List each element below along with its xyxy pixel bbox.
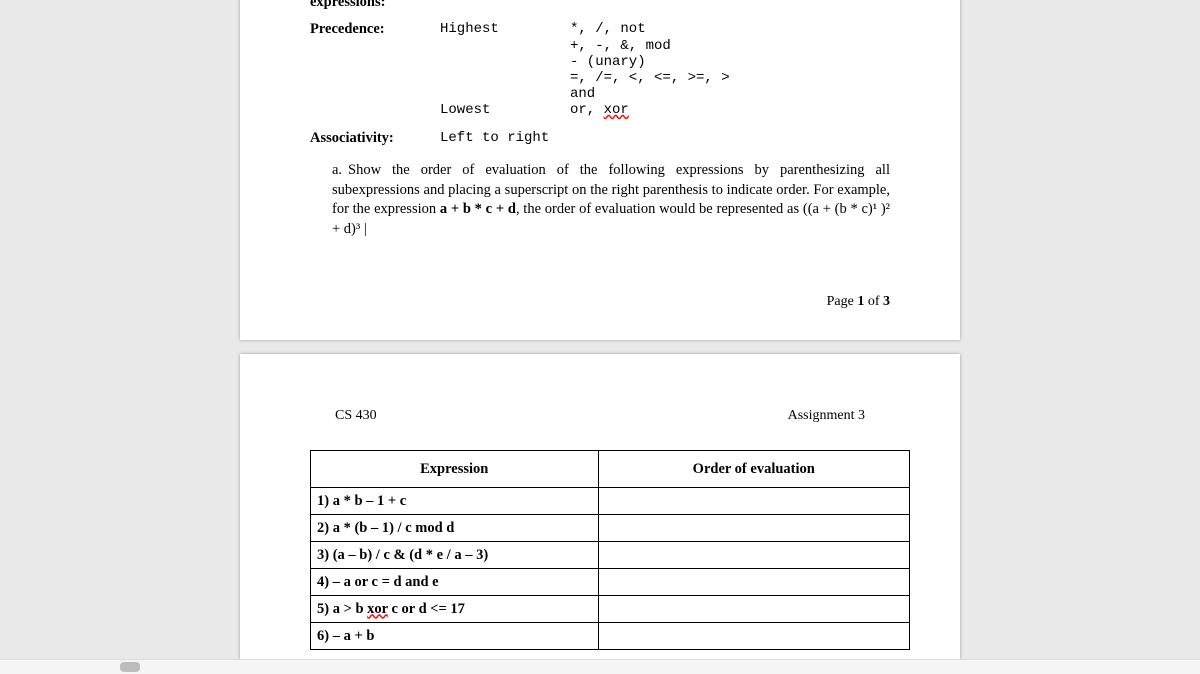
- pages-column: expressions: Precedence: Highest *, /, n…: [240, 0, 960, 674]
- order-cell-4: [598, 569, 909, 596]
- expr-cell-6: 6) – a + b: [311, 623, 599, 650]
- col-expression: Expression: [311, 451, 599, 488]
- col-order: Order of evaluation: [598, 451, 909, 488]
- order-cell-6: [598, 623, 909, 650]
- prec-level-6-prefix: or,: [570, 102, 604, 118]
- question-a: a.Show the order of evaluation of the fo…: [332, 161, 890, 239]
- expression-table: Expression Order of evaluation 1) a * b …: [310, 450, 910, 650]
- order-cell-5: [598, 596, 909, 623]
- precedence-row-3: - (unary): [310, 54, 890, 70]
- order-cell-2: [598, 515, 909, 542]
- table-row: 1) a * b – 1 + c: [311, 488, 910, 515]
- table-row: 3) (a – b) / c & (d * e / a – 3): [311, 542, 910, 569]
- prec-level-6: or, xor: [570, 102, 890, 118]
- question-expr-bold: a + b * c + d: [440, 201, 516, 217]
- expr-cell-3: 3) (a – b) / c & (d * e / a – 3): [311, 542, 599, 569]
- precedence-row-1: Precedence: Highest *, /, not: [310, 21, 890, 38]
- xor-error-2: xor: [367, 601, 388, 617]
- associativity-value: Left to right: [440, 130, 549, 147]
- prec-level-3: - (unary): [570, 54, 890, 70]
- question-marker: a.: [332, 161, 348, 181]
- precedence-label: Precedence:: [310, 21, 440, 38]
- row5-suffix: c or d <= 17: [388, 601, 465, 617]
- scrollbar-thumb[interactable]: [120, 662, 140, 672]
- question-text-2: , the order of evaluation would be repre…: [516, 201, 803, 217]
- footer-total: 3: [883, 294, 890, 309]
- highest-label: Highest: [440, 21, 570, 38]
- precedence-row-6: Lowest or, xor: [310, 102, 890, 118]
- expressions-heading-row: expressions:: [310, 0, 890, 11]
- page-footer: Page 1 of 3: [827, 294, 890, 310]
- order-cell-3: [598, 542, 909, 569]
- prec-level-1: *, /, not: [570, 21, 890, 38]
- associativity-label: Associativity:: [310, 130, 440, 147]
- precedence-row-2: +, -, &, mod: [310, 38, 890, 54]
- expr-cell-5: 5) a > b xor c or d <= 17: [311, 596, 599, 623]
- prec-level-4: =, /=, <, <=, >=, >: [570, 70, 890, 86]
- footer-prefix: Page: [827, 294, 858, 309]
- page-1: expressions: Precedence: Highest *, /, n…: [240, 0, 960, 340]
- expr-cell-2: 2) a * (b – 1) / c mod d: [311, 515, 599, 542]
- lowest-label: Lowest: [440, 102, 570, 118]
- table-row: 6) – a + b: [311, 623, 910, 650]
- xor-error-1: xor: [604, 102, 629, 118]
- expr-cell-4: 4) – a or c = d and e: [311, 569, 599, 596]
- page2-header-right: Assignment 3: [788, 408, 865, 424]
- table-row: 2) a * (b – 1) / c mod d: [311, 515, 910, 542]
- footer-of: of: [864, 294, 883, 309]
- table-header-row: Expression Order of evaluation: [311, 451, 910, 488]
- page2-header-left: CS 430: [335, 408, 377, 424]
- row5-prefix: 5) a > b: [317, 601, 367, 617]
- expressions-label: expressions:: [310, 0, 440, 11]
- order-cell-1: [598, 488, 909, 515]
- table-row: 4) – a or c = d and e: [311, 569, 910, 596]
- horizontal-scrollbar[interactable]: [0, 659, 1200, 674]
- table-row: 5) a > b xor c or d <= 17: [311, 596, 910, 623]
- expr-cell-1: 1) a * b – 1 + c: [311, 488, 599, 515]
- associativity-row: Associativity: Left to right: [310, 130, 890, 147]
- page-2: CS 430 Assignment 3 Expression Order of …: [240, 354, 960, 659]
- document-viewport: expressions: Precedence: Highest *, /, n…: [0, 0, 1200, 674]
- precedence-row-5: and: [310, 86, 890, 102]
- prec-level-5: and: [570, 86, 890, 102]
- prec-level-2: +, -, &, mod: [570, 38, 890, 54]
- precedence-row-4: =, /=, <, <=, >=, >: [310, 70, 890, 86]
